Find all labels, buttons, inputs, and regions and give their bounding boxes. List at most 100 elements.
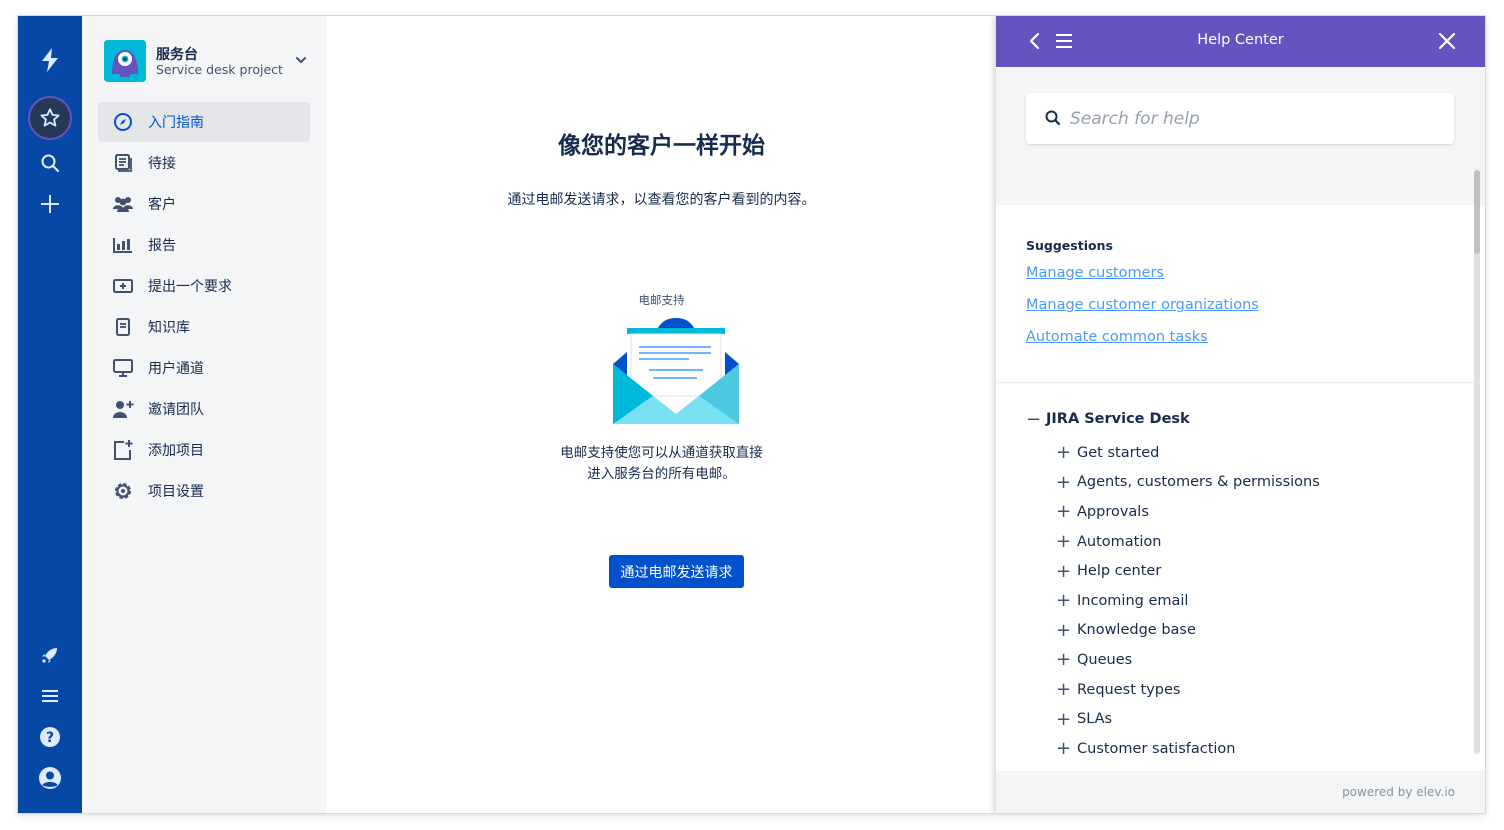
svg-text:?: ? xyxy=(46,730,54,746)
sidebar-item-queues[interactable]: 待接 xyxy=(98,143,310,183)
raise-request-icon xyxy=(98,266,148,306)
tree-item-label: Request types xyxy=(1077,681,1181,698)
sidebar-item-label: 客户 xyxy=(148,197,176,213)
scrollbar-track[interactable] xyxy=(1474,170,1480,754)
suggestions-heading: Suggestions xyxy=(1026,238,1113,253)
rocket-icon[interactable] xyxy=(18,637,82,673)
tree-item[interactable]: + Help center xyxy=(1026,556,1466,586)
suggestions-section: Suggestions Manage customers Manage cust… xyxy=(1026,238,1446,359)
sidebar-item-raise-request[interactable]: 提出一个要求 xyxy=(98,266,310,306)
search-icon[interactable] xyxy=(18,145,82,181)
sidebar-item-add-item[interactable]: 添加项目 xyxy=(98,430,310,470)
help-search-box[interactable] xyxy=(1026,93,1454,144)
jira-logo-icon[interactable] xyxy=(18,42,82,78)
expand-icon: + xyxy=(1056,649,1072,671)
queue-icon xyxy=(98,143,148,183)
project-type: Service desk project xyxy=(156,62,283,77)
sidebar-item-label: 知识库 xyxy=(148,320,190,336)
tree-item-label: Approvals xyxy=(1077,503,1149,520)
sidebar-item-label: 报告 xyxy=(148,238,176,254)
help-center-panel: Help Center Suggestions Manage customers… xyxy=(996,16,1485,813)
people-icon xyxy=(98,184,148,224)
tree-item-label: Queues xyxy=(1077,651,1133,668)
expand-icon: + xyxy=(1056,501,1072,523)
page-title: 像您的客户一样开始 xyxy=(558,133,765,159)
sidebar-item-label: 邀请团队 xyxy=(148,402,204,418)
sidebar-item-knowledge-base[interactable]: 知识库 xyxy=(98,307,310,347)
expand-icon: + xyxy=(1056,708,1072,730)
book-icon xyxy=(98,307,148,347)
help-title: Help Center xyxy=(1197,32,1284,48)
sidebar-item-customers[interactable]: 客户 xyxy=(98,184,310,224)
expand-icon: + xyxy=(1056,590,1072,612)
tree-item-label: Get started xyxy=(1077,444,1160,461)
plus-icon[interactable] xyxy=(18,186,82,222)
suggestion-link[interactable]: Manage customer organizations xyxy=(1026,295,1446,327)
help-header: Help Center xyxy=(996,16,1485,67)
add-person-icon xyxy=(98,389,148,429)
powered-by: powered by elev.io xyxy=(1342,785,1455,799)
expand-icon: + xyxy=(1056,619,1072,641)
tree-item-label: Help center xyxy=(1077,563,1162,580)
tree-item-label: Knowledge base xyxy=(1077,622,1196,639)
star-icon[interactable] xyxy=(30,98,70,138)
help-icon[interactable]: ? xyxy=(18,719,82,755)
tree-item-label: Automation xyxy=(1077,533,1162,550)
sidebar-item-label: 项目设置 xyxy=(148,484,204,500)
expand-icon: + xyxy=(1056,679,1072,701)
tree-item[interactable]: + SLAs xyxy=(1026,704,1466,734)
project-name: 服务台 xyxy=(156,47,198,63)
collapse-icon: − xyxy=(1026,408,1042,430)
tree-root-label: JIRA Service Desk xyxy=(1046,411,1190,427)
expand-icon: + xyxy=(1056,442,1072,464)
sidebar-item-label: 用户通道 xyxy=(148,361,204,377)
tree-item[interactable]: + Knowledge base xyxy=(1026,616,1466,646)
expand-icon: + xyxy=(1056,738,1072,760)
tree-root[interactable]: − JIRA Service Desk xyxy=(1026,408,1466,430)
project-switcher[interactable]: 服务台 Service desk project xyxy=(104,40,309,84)
tree-item[interactable]: + Customer satisfaction xyxy=(1026,734,1466,764)
project-nav: 入门指南 待接 客户 报告 提出一个要求 知识库 用户通道 邀请团队 添加项目 … xyxy=(98,102,310,512)
description-line-2: 进入服务台的所有电邮。 xyxy=(587,466,736,482)
tree-item[interactable]: + Get started xyxy=(1026,438,1466,468)
sidebar-item-portal[interactable]: 用户通道 xyxy=(98,348,310,388)
tree-item[interactable]: + Approvals xyxy=(1026,497,1466,527)
help-search-area xyxy=(996,67,1485,205)
email-envelope-illustration xyxy=(613,318,739,424)
tree-item-label: SLAs xyxy=(1077,711,1113,728)
tree-item-label: Customer satisfaction xyxy=(1077,740,1236,757)
profile-icon[interactable] xyxy=(18,760,82,796)
project-avatar xyxy=(104,40,146,82)
global-nav: ? xyxy=(18,16,82,813)
expand-icon: + xyxy=(1056,471,1072,493)
tree-item[interactable]: + Incoming email xyxy=(1026,586,1466,616)
sidebar-item-label: 提出一个要求 xyxy=(148,279,232,295)
search-icon xyxy=(1045,110,1061,126)
menu-icon[interactable] xyxy=(18,678,82,714)
tree-item[interactable]: + Request types xyxy=(1026,675,1466,705)
compass-icon xyxy=(98,102,148,142)
sidebar-item-invite-team[interactable]: 邀请团队 xyxy=(98,389,310,429)
chevron-down-icon xyxy=(296,57,306,63)
add-item-icon xyxy=(98,430,148,470)
suggestion-link[interactable]: Automate common tasks xyxy=(1026,327,1446,359)
project-sidebar: 服务台 Service desk project 入门指南 待接 客户 报告 提… xyxy=(82,16,327,813)
help-footer: powered by elev.io xyxy=(996,771,1485,813)
scrollbar-thumb[interactable] xyxy=(1474,170,1480,254)
tree-item[interactable]: + Agents, customers & permissions xyxy=(1026,468,1466,498)
sidebar-item-label: 添加项目 xyxy=(148,443,204,459)
page-subtitle: 通过电邮发送请求，以查看您的客户看到的内容。 xyxy=(507,192,816,208)
close-icon[interactable] xyxy=(1436,30,1458,52)
gear-icon xyxy=(98,471,148,511)
help-search-input[interactable] xyxy=(1070,104,1440,134)
suggestion-link[interactable]: Manage customers xyxy=(1026,263,1446,295)
tree-item-label: Agents, customers & permissions xyxy=(1077,474,1320,491)
tree-item[interactable]: + Automation xyxy=(1026,527,1466,557)
sidebar-item-getting-started[interactable]: 入门指南 xyxy=(98,102,310,142)
divider xyxy=(996,382,1476,383)
sidebar-item-project-settings[interactable]: 项目设置 xyxy=(98,471,310,511)
sidebar-item-reports[interactable]: 报告 xyxy=(98,225,310,265)
tree-item[interactable]: + Queues xyxy=(1026,645,1466,675)
expand-icon: + xyxy=(1056,531,1072,553)
send-email-request-button[interactable]: 通过电邮发送请求 xyxy=(609,555,744,588)
